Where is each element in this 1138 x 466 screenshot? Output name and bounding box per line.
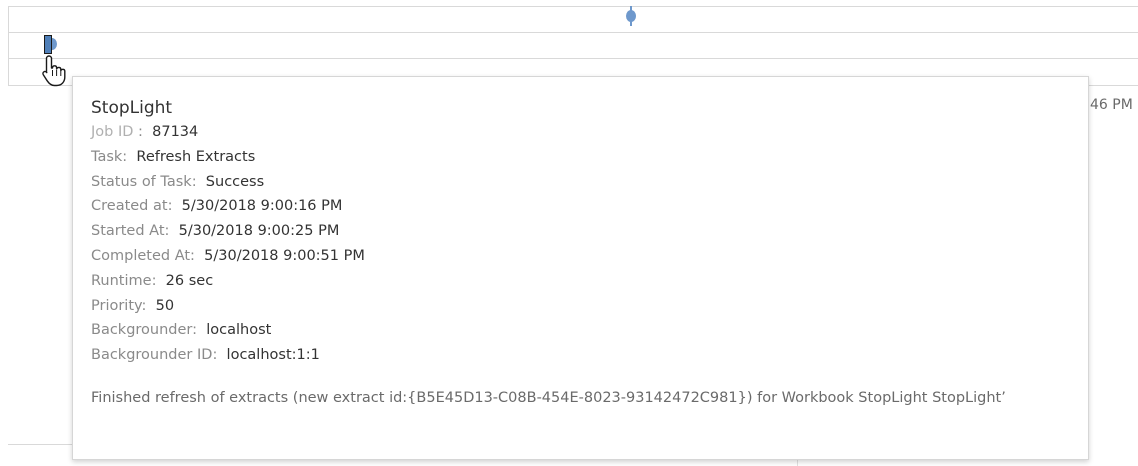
tooltip-field-row: Completed At: 5/30/2018 9:00:51 PM: [91, 244, 1070, 269]
tooltip-field-row: Started At: 5/30/2018 9:00:25 PM: [91, 219, 1070, 244]
field-separator: [172, 198, 181, 214]
field-value: 87134: [152, 124, 199, 140]
field-separator: :: [133, 124, 153, 140]
field-label: Task:: [91, 148, 128, 165]
selected-job-mark[interactable]: [44, 35, 52, 54]
gridline: [8, 32, 1138, 33]
job-mark[interactable]: [626, 6, 636, 26]
field-label: Started At:: [91, 223, 170, 240]
field-value: 26 sec: [165, 272, 214, 289]
tooltip-field-row: Job ID : 87134: [91, 120, 1070, 145]
field-separator: [217, 347, 226, 363]
tooltip-message: Finished refresh of extracts (new extrac…: [91, 389, 1006, 406]
field-value: Success: [205, 173, 265, 190]
field-value: localhost: [206, 322, 272, 339]
gridline: [8, 6, 9, 86]
field-separator: [197, 322, 206, 338]
field-label: Created at:: [91, 198, 173, 215]
field-value: 5/30/2018 9:00:25 PM: [178, 223, 340, 240]
field-separator: [156, 273, 165, 289]
field-value: 5/30/2018 9:00:16 PM: [181, 198, 343, 215]
job-tooltip: StopLight Job ID : 87134 Task: Refresh Ex…: [72, 76, 1089, 460]
field-value: 5/30/2018 9:00:51 PM: [204, 247, 365, 264]
gridline: [8, 58, 1138, 59]
field-label: Runtime:: [91, 272, 157, 289]
field-label: Completed At:: [91, 247, 195, 264]
tooltip-field-row: Status of Task: Success: [91, 170, 1070, 195]
hand-pointer-icon: [42, 55, 66, 87]
tooltip-field-row: Priority: 50: [91, 294, 1070, 319]
tooltip-field-row: Backgrounder ID: localhost:1:1: [91, 343, 1070, 368]
field-value: 50: [155, 297, 175, 314]
field-label: Backgrounder ID:: [91, 347, 218, 364]
field-label: Job ID: [91, 124, 134, 140]
field-separator: [146, 298, 155, 314]
tooltip-field-row: Created at: 5/30/2018 9:00:16 PM: [91, 194, 1070, 219]
gridline: [8, 6, 1138, 7]
tooltip-field-row: Runtime: 26 sec: [91, 269, 1070, 294]
field-separator: [169, 223, 178, 239]
field-separator: [197, 174, 206, 190]
field-label: Status of Task:: [91, 173, 197, 190]
field-value: Refresh Extracts: [136, 148, 256, 165]
field-value: localhost:1:1: [226, 347, 320, 364]
field-separator: [195, 248, 204, 264]
timeline-view: 46 PM StopLight Job ID : 87134 Task: Refr…: [0, 0, 1138, 466]
tooltip-field-row: Task: Refresh Extracts: [91, 145, 1070, 170]
timestamp-label: 46 PM: [1090, 97, 1133, 113]
tooltip-fields: Job ID : 87134 Task: Refresh Extracts Stat…: [91, 120, 1070, 368]
field-label: Priority:: [91, 297, 147, 314]
tooltip-title: StopLight: [91, 98, 173, 118]
field-label: Backgrounder:: [91, 322, 198, 339]
tooltip-field-row: Backgrounder: localhost: [91, 318, 1070, 343]
